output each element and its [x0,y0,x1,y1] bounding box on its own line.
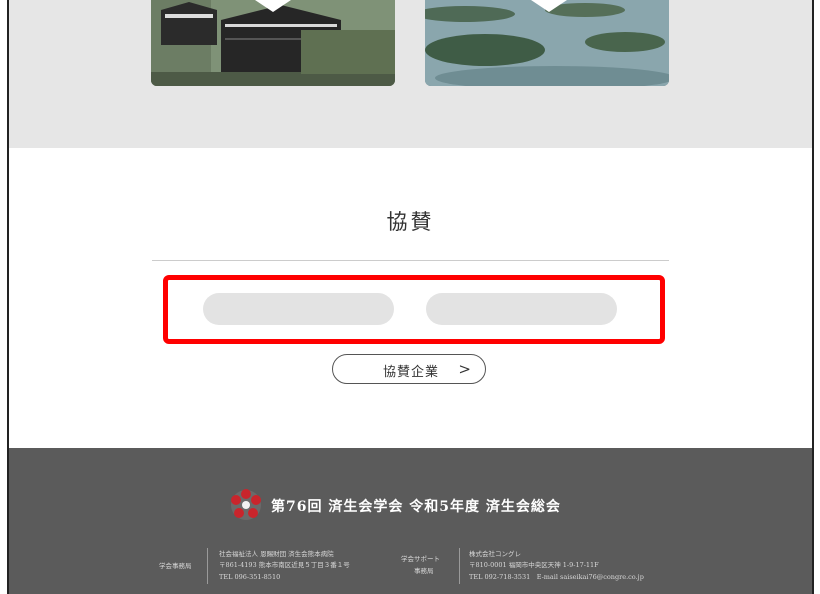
play-icon [531,0,567,12]
support-address: 〒810-0001 福岡市中央区天神 1-9-17-11F [469,561,599,569]
sponsor-list-button[interactable]: 協賛企業 > [332,354,486,384]
castle-video-thumbnail[interactable] [151,0,395,86]
support-org: 株式会社コングレ [469,550,521,558]
sponsors-title: 協賛 [386,210,435,234]
support-label: 学会サポート [401,555,440,563]
play-icon [255,0,291,12]
islands-image [425,0,669,86]
gallery-section [9,0,812,148]
sea-video-thumbnail[interactable] [425,0,669,86]
page-frame: 協賛 協賛企業 > 第76回 済生会学会 令和5年度 済生会総会 学会事務局 社… [7,0,814,594]
secretariat-org: 社会福祉法人 恩賜財団 済生会熊本病院 [219,550,334,558]
footer-separator [459,548,460,584]
saiseikai-logo-icon [231,489,261,520]
footer-separator [207,548,208,584]
support-contact[interactable]: TEL 092-718-3531 E-mail saiseikai76@cong… [469,572,644,583]
secretariat-tel: TEL 096-351-8510 [219,573,281,581]
support-label-line2: 事務局 [414,567,434,575]
footer: 第76回 済生会学会 令和5年度 済生会総会 学会事務局 社会福祉法人 恩賜財団… [9,448,812,594]
sponsor-banner-placeholder[interactable] [203,293,394,325]
castle-image [151,0,395,86]
conference-title: 第76回 済生会学会 令和5年度 済生会総会 [271,499,561,515]
sponsor-banner-placeholder[interactable] [426,293,617,325]
sponsor-list-label: 協賛企業 [383,365,440,380]
secretariat-address: 〒861-4193 熊本市南区近見５丁目３番１号 [219,561,350,569]
section-divider [152,260,669,261]
chevron-right-icon: > [458,360,471,378]
secretariat-label: 学会事務局 [159,562,192,570]
